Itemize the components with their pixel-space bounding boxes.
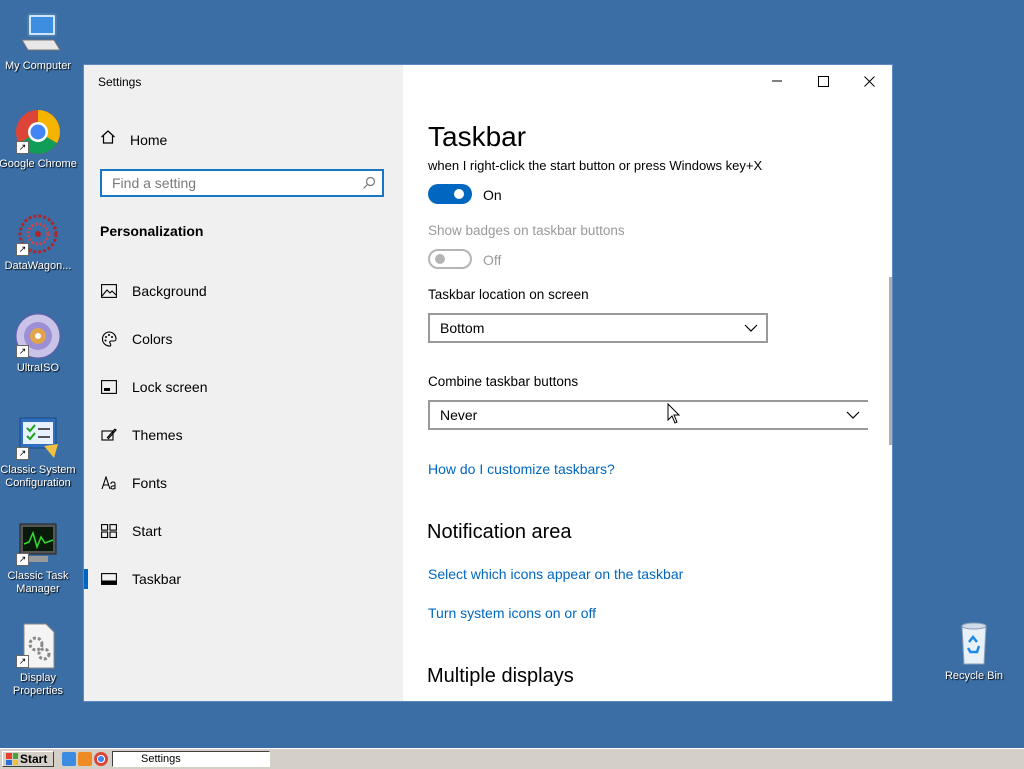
multiple-displays-heading: Multiple displays xyxy=(427,665,574,687)
windows-logo-icon xyxy=(6,753,18,765)
taskbar-button-settings[interactable]: Settings xyxy=(112,751,270,767)
home-label: Home xyxy=(130,131,168,148)
image-icon xyxy=(100,282,118,300)
sidebar-item-fonts[interactable]: Fonts xyxy=(84,459,403,507)
taskbar-settings-pane: Taskbar when I right-click the start but… xyxy=(403,65,892,701)
disc-icon: ↗ xyxy=(14,312,62,360)
system-config-icon: ↗ xyxy=(14,414,62,462)
toggle-state-label: Off xyxy=(483,252,502,268)
notification-area-heading: Notification area xyxy=(427,521,572,543)
shortcut-arrow-icon: ↗ xyxy=(16,553,29,566)
desktop-icon-google-chrome[interactable]: ↗ Google Chrome xyxy=(0,108,78,171)
mouse-cursor-icon xyxy=(667,403,681,424)
chevron-down-icon xyxy=(846,408,860,427)
brush-icon xyxy=(100,426,118,444)
start-icon xyxy=(100,522,118,540)
dropdown-value: Never xyxy=(440,407,478,423)
dropdown-value: Bottom xyxy=(440,320,485,336)
home-icon xyxy=(100,129,116,150)
customize-taskbars-link[interactable]: How do I customize taskbars? xyxy=(428,461,615,477)
page-title: Taskbar xyxy=(428,121,527,152)
badges-toggle[interactable] xyxy=(428,249,472,269)
sidebar-item-label: Lock screen xyxy=(132,379,208,395)
lock-screen-icon xyxy=(100,378,118,396)
sidebar-item-label: Background xyxy=(132,283,207,299)
sidebar-item-lock-screen[interactable]: Lock screen xyxy=(84,363,403,411)
desktop-icon-classic-system-configuration[interactable]: ↗ Classic System Configuration xyxy=(0,414,78,490)
chevron-down-icon xyxy=(744,321,758,340)
chrome-icon: ↗ xyxy=(14,108,62,156)
task-manager-icon: ↗ xyxy=(14,520,62,568)
sidebar-item-label: Start xyxy=(132,523,162,539)
sidebar-item-label: Fonts xyxy=(132,475,168,491)
combine-buttons-dropdown[interactable]: Never xyxy=(428,400,868,430)
section-heading-personalization: Personalization xyxy=(100,223,204,239)
select-icons-link[interactable]: Select which icons appear on the taskbar xyxy=(428,566,683,582)
recycle-bin-icon xyxy=(950,620,998,668)
sidebar-item-colors[interactable]: Colors xyxy=(84,315,403,363)
toggle-knob xyxy=(454,189,464,199)
media-player-quicklaunch-icon[interactable] xyxy=(78,752,92,766)
start-label: Start xyxy=(20,752,48,766)
search-input[interactable] xyxy=(102,171,352,195)
window-title: Settings xyxy=(98,75,142,89)
sidebar-nav: Background Colors Lock screen Themes Fon… xyxy=(84,267,403,603)
settings-window: Settings Home Personalization Background xyxy=(84,65,892,701)
powershell-toggle[interactable] xyxy=(428,184,472,204)
datawagon-icon: ↗ xyxy=(14,210,62,258)
toggle-state-label: On xyxy=(483,187,502,203)
sidebar-item-label: Themes xyxy=(132,427,183,443)
display-properties-icon: ↗ xyxy=(14,622,62,670)
clipped-setting-description: when I right-click the start button or p… xyxy=(428,158,763,173)
system-icons-link[interactable]: Turn system icons on or off xyxy=(428,605,596,621)
palette-icon xyxy=(100,330,118,348)
desktop-icon-recycle-bin[interactable]: Recycle Bin xyxy=(934,620,1014,683)
badges-setting-label: Show badges on taskbar buttons xyxy=(428,223,625,238)
start-button[interactable]: Start xyxy=(2,751,54,767)
system-tray[interactable] xyxy=(968,752,1020,766)
chrome-quicklaunch-icon[interactable] xyxy=(94,752,108,766)
search-box[interactable] xyxy=(100,169,384,197)
taskbar: Start Settings xyxy=(0,748,1024,769)
shortcut-arrow-icon: ↗ xyxy=(16,141,29,154)
sidebar-item-label: Colors xyxy=(132,331,173,347)
toggle-knob xyxy=(435,254,445,264)
taskbar-location-dropdown[interactable]: Bottom xyxy=(428,313,768,343)
desktop-icon-ultraiso[interactable]: ↗ UltraISO xyxy=(0,312,78,375)
desktop-icon-datawagon[interactable]: ↗ DataWagon... xyxy=(0,210,78,273)
sidebar-item-label: Taskbar xyxy=(132,571,182,587)
desktop-icon-my-computer[interactable]: My Computer xyxy=(0,10,78,73)
combine-buttons-label: Combine taskbar buttons xyxy=(428,374,579,389)
shortcut-arrow-icon: ↗ xyxy=(16,655,29,668)
taskbar-icon xyxy=(100,570,118,588)
sidebar-item-themes[interactable]: Themes xyxy=(84,411,403,459)
shortcut-arrow-icon: ↗ xyxy=(16,447,29,460)
font-icon xyxy=(100,474,118,492)
shortcut-arrow-icon: ↗ xyxy=(16,345,29,358)
shortcut-arrow-icon: ↗ xyxy=(16,243,29,256)
ie-quicklaunch-icon[interactable] xyxy=(62,752,76,766)
sidebar-item-taskbar[interactable]: Taskbar xyxy=(84,555,403,603)
sidebar-home[interactable]: Home xyxy=(100,129,167,150)
taskbar-button-label: Settings xyxy=(141,753,181,765)
sidebar-item-start[interactable]: Start xyxy=(84,507,403,555)
sidebar-item-background[interactable]: Background xyxy=(84,267,403,315)
scrollbar[interactable] xyxy=(889,277,892,445)
search-icon[interactable] xyxy=(362,176,376,195)
taskbar-location-label: Taskbar location on screen xyxy=(428,287,589,302)
computer-icon xyxy=(14,10,62,58)
desktop-icon-display-properties[interactable]: ↗ Display Properties xyxy=(0,622,78,698)
desktop-icon-classic-task-manager[interactable]: ↗ Classic Task Manager xyxy=(0,520,78,596)
sidebar: Settings Home Personalization Background xyxy=(84,65,403,701)
